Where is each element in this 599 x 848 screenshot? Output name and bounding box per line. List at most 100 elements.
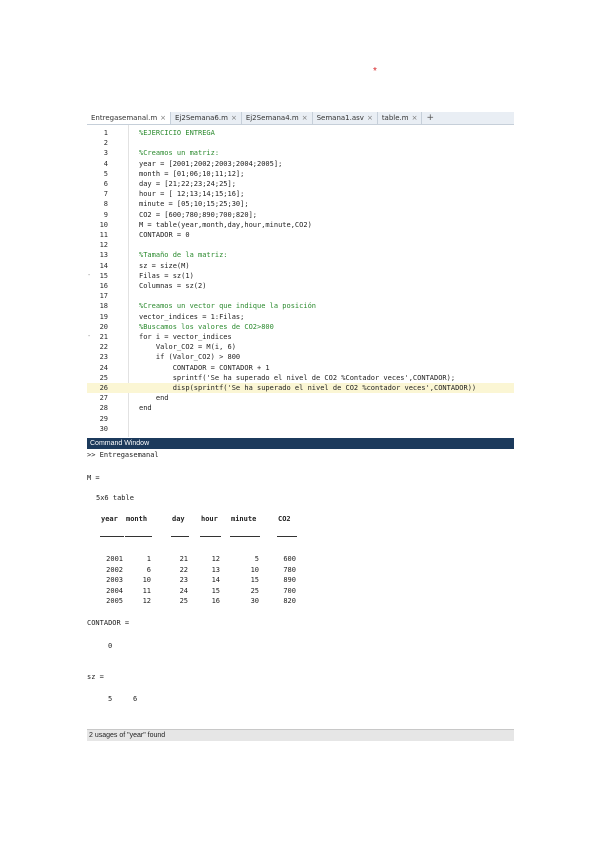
- line-number: 18: [99, 302, 108, 311]
- code-line[interactable]: 25 sprintf('Se ha superado el nivel de C…: [87, 373, 514, 383]
- code-text: year = [2001;2002;2003;2004;2005];: [139, 159, 283, 168]
- line-number: 27: [99, 394, 108, 403]
- code-line[interactable]: 17: [87, 291, 514, 301]
- table-cell: 11: [142, 586, 151, 595]
- line-number: 9: [103, 210, 108, 219]
- line-number: 25: [99, 373, 108, 382]
- table-cell: 600: [283, 555, 296, 563]
- close-icon[interactable]: ×: [412, 114, 418, 122]
- tab-2[interactable]: Ej2Semana4.m ×: [242, 112, 313, 124]
- table-header: year: [101, 515, 118, 523]
- code-line[interactable]: 14 sz = size(M): [87, 261, 514, 271]
- code-line[interactable]: 2: [87, 138, 514, 148]
- breakpoint-marker[interactable]: -: [87, 332, 93, 340]
- red-asterisk-mark: *: [373, 66, 377, 77]
- tab-0[interactable]: Entregasemanal.m ×: [87, 112, 172, 124]
- line-number: 17: [99, 292, 108, 301]
- code-text: Valor_CO2 = M(i, 6): [139, 343, 236, 352]
- output-m-label: M =: [87, 474, 100, 482]
- code-line[interactable]: 30: [87, 424, 514, 434]
- table-cell: 12: [211, 555, 220, 563]
- add-tab-icon[interactable]: +: [422, 112, 438, 124]
- line-number: 10: [99, 220, 108, 229]
- tab-4[interactable]: table.m ×: [378, 112, 423, 124]
- code-line[interactable]: 6 day = [21;22;23;24;25];: [87, 179, 514, 189]
- code-line[interactable]: 3 %Creamos un matriz:: [87, 148, 514, 158]
- line-number: 8: [103, 200, 108, 209]
- table-header: CO2: [278, 515, 291, 523]
- code-line[interactable]: 18 %Creamos un vector que indique la posi…: [87, 301, 514, 311]
- code-line[interactable]: 23 if (Valor_CO2) > 800: [87, 352, 514, 362]
- line-number: 2: [103, 139, 108, 148]
- code-line[interactable]: 7 hour = [ 12;13;14;15;16];: [87, 189, 514, 199]
- code-line[interactable]: 20 %Buscamos los valores de CO2>800: [87, 322, 514, 332]
- code-text: hour = [ 12;13;14;15;16];: [139, 190, 245, 199]
- code-line[interactable]: 9 CO2 = [600;780;890;700;820];: [87, 210, 514, 220]
- code-text: vector_indices = 1:Filas;: [139, 312, 245, 321]
- table-header: day: [172, 515, 185, 523]
- code-line[interactable]: 21 for i = vector_indices: [87, 332, 514, 342]
- code-text: end: [139, 404, 152, 413]
- code-line[interactable]: 5 month = [01;06;10;11;12];: [87, 169, 514, 179]
- code-line[interactable]: 16 Columnas = sz(2): [87, 281, 514, 291]
- close-icon[interactable]: ×: [231, 114, 237, 122]
- code-line[interactable]: 4 year = [2001;2002;2003;2004;2005];: [87, 159, 514, 169]
- code-line[interactable]: 15 Filas = sz(1): [87, 271, 514, 281]
- code-line[interactable]: 26 disp(sprintf('Se ha superado el nivel…: [87, 383, 514, 393]
- code-text: CONTADOR = CONTADOR + 1: [139, 363, 270, 372]
- table-cell: 22: [179, 565, 188, 574]
- code-line[interactable]: 19 vector_indices = 1:Filas;: [87, 312, 514, 322]
- header-underline: [200, 536, 221, 537]
- table-cell: 25: [250, 586, 259, 595]
- code-line[interactable]: 11 CONTADOR = 0: [87, 230, 514, 240]
- code-text: Filas = sz(1): [139, 271, 194, 280]
- table-cell: 2005: [106, 597, 123, 605]
- tab-3[interactable]: Semana1.asv ×: [313, 112, 378, 124]
- table-cell: 890: [283, 576, 296, 584]
- tab-label: Semana1.asv: [316, 114, 364, 122]
- code-line[interactable]: 24 CONTADOR = CONTADOR + 1: [87, 363, 514, 373]
- line-number: 24: [99, 363, 108, 372]
- table-cell: 12: [142, 597, 151, 605]
- close-icon[interactable]: ×: [367, 114, 373, 122]
- command-window[interactable]: >> Entregasemanal M = 5x6 table CONTADOR…: [87, 449, 514, 729]
- header-underline: [171, 536, 189, 537]
- code-line[interactable]: 22 Valor_CO2 = M(i, 6): [87, 342, 514, 352]
- line-number: 28: [99, 404, 108, 413]
- table-cell: 10: [250, 565, 259, 574]
- line-number: 20: [99, 322, 108, 331]
- table-cell: 5: [254, 555, 259, 563]
- code-text: %Creamos un matriz:: [139, 149, 220, 158]
- code-line[interactable]: 27 end: [87, 393, 514, 403]
- code-line[interactable]: 13 %Tamaño de la matriz:: [87, 250, 514, 260]
- close-icon[interactable]: ×: [302, 114, 308, 122]
- code-line[interactable]: 8 minute = [05;10;15;25;30];: [87, 199, 514, 209]
- sz-value-rows: 5: [108, 695, 113, 703]
- code-editor[interactable]: 1 %EJERCICIO ENTREGA 2 3 %Creamos un matriz:…: [87, 125, 514, 437]
- table-cell: 2004: [106, 586, 123, 595]
- table-cell: 16: [211, 597, 220, 605]
- table-cell: 23: [179, 576, 188, 584]
- line-number: 16: [99, 282, 108, 290]
- breakpoint-marker[interactable]: -: [87, 271, 93, 279]
- code-text: Columnas = sz(2): [139, 282, 207, 290]
- table-cell: 25: [179, 597, 188, 605]
- header-underline: [125, 536, 152, 537]
- table-header: month: [126, 515, 148, 523]
- line-number: 11: [99, 231, 108, 239]
- prompt-line: >> Entregasemanal: [87, 451, 159, 459]
- code-text: month = [01;06;10;11;12];: [139, 169, 245, 178]
- code-line[interactable]: 29: [87, 414, 514, 424]
- code-line[interactable]: 1 %EJERCICIO ENTREGA: [87, 128, 514, 138]
- code-text: M = table(year,month,day,hour,minute,CO2…: [139, 220, 312, 229]
- tab-1[interactable]: Ej2Semana6.m ×: [171, 112, 242, 124]
- line-number: 30: [99, 424, 108, 433]
- tab-label: Ej2Semana6.m: [175, 114, 228, 122]
- close-icon[interactable]: ×: [160, 114, 166, 122]
- code-line[interactable]: 28 end: [87, 403, 514, 413]
- line-number: 3: [103, 149, 108, 158]
- table-description: 5x6 table: [96, 494, 134, 502]
- code-line[interactable]: 12: [87, 240, 514, 250]
- code-line[interactable]: 10 M = table(year,month,day,hour,minute,C…: [87, 220, 514, 230]
- command-window-title: Command Window: [87, 438, 514, 449]
